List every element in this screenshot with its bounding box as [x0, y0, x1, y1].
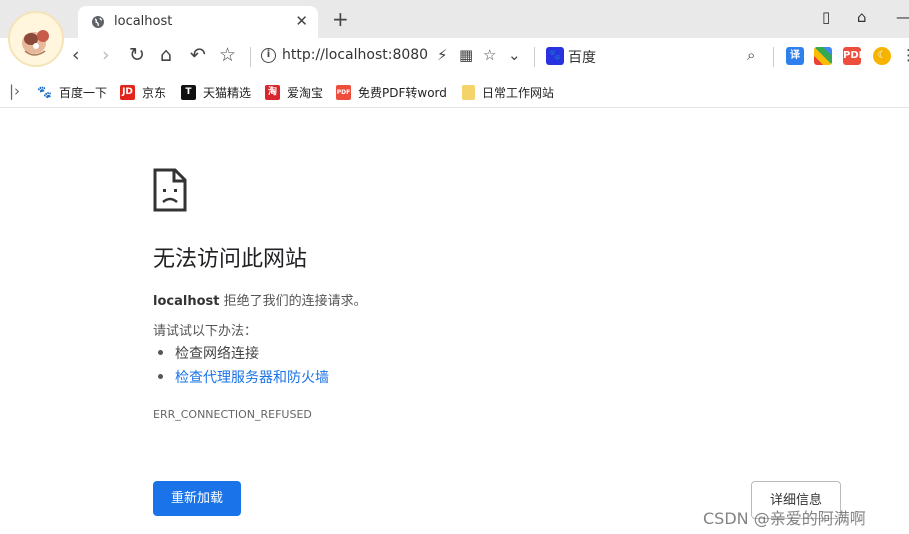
folder-icon [462, 84, 475, 100]
pdf-icon[interactable]: PDF [843, 47, 865, 65]
home-icon[interactable]: ⌂ [160, 44, 172, 66]
divider [534, 47, 535, 67]
bookmark-label: 京东 [142, 85, 167, 100]
baidu-paw-icon: 🐾 [546, 47, 564, 65]
bookmark-label: 天猫精选 [203, 85, 252, 100]
error-description: localhost 拒绝了我们的连接请求。 [153, 290, 367, 309]
bookmark-pdf[interactable]: PDF 免费PDF转word [336, 84, 447, 100]
divider [773, 47, 774, 67]
sidebar-toggle-icon[interactable]: |› [9, 82, 20, 100]
host-name: localhost [153, 294, 220, 309]
qrcode-icon[interactable]: ▦ [459, 46, 473, 64]
page-title: 无法访问此网站 [153, 247, 308, 272]
taobao-icon: 淘 [265, 84, 280, 100]
refresh-icon[interactable]: ↻ [129, 44, 145, 66]
bookmark-tmall[interactable]: T 天猫精选 [181, 84, 251, 100]
jd-icon: JD [120, 84, 135, 100]
back-icon[interactable]: ‹ [72, 44, 80, 66]
shirt-icon[interactable]: ⌂ [857, 8, 867, 26]
moon-icon[interactable]: ☾ [873, 47, 891, 65]
chevron-down-icon[interactable]: ⌄ [508, 46, 521, 64]
bookmark-folder-work[interactable]: 日常工作网站 [462, 84, 554, 100]
tab-title: localhost [114, 14, 173, 29]
minimize-icon[interactable]: — [896, 8, 909, 26]
globe-icon [92, 16, 104, 28]
bookmark-label: 日常工作网站 [482, 85, 555, 100]
avatar-illustration [22, 30, 49, 56]
reload-button[interactable]: 重新加载 [153, 481, 241, 516]
plus-icon[interactable]: + [332, 7, 349, 31]
bookmark-label: 百度一下 [59, 85, 108, 100]
address-bar[interactable]: http://localhost:8080 [282, 47, 428, 63]
error-code: ERR_CONNECTION_REFUSED [153, 408, 312, 421]
suggestion-check-network: 检查网络连接 [158, 343, 259, 363]
translate-icon[interactable]: 译 [786, 47, 804, 65]
sad-file-icon [153, 168, 187, 212]
star-icon[interactable]: ☆ [219, 44, 236, 66]
avatar[interactable] [8, 11, 64, 67]
suggestion-check-proxy-link[interactable]: 检查代理服务器和防火墙 [158, 367, 329, 387]
try-label: 请试试以下办法： [153, 324, 258, 339]
close-icon[interactable]: ✕ [295, 12, 308, 30]
tmall-icon: T [181, 84, 196, 100]
undo-icon[interactable]: ↶ [190, 44, 206, 66]
baidu-paw-icon: 🐾 [37, 84, 52, 100]
bookmark-label: 免费PDF转word [358, 85, 447, 100]
search-engine-label[interactable]: 百度 [568, 47, 596, 67]
info-icon[interactable]: i [261, 48, 276, 63]
bookmark-jd[interactable]: JD 京东 [120, 84, 166, 100]
tab-localhost[interactable]: localhost ✕ [78, 6, 318, 38]
tablet-icon[interactable]: ▯ [822, 8, 830, 26]
error-message: 拒绝了我们的连接请求。 [223, 294, 367, 309]
divider [250, 47, 251, 67]
tab-strip: localhost ✕ + ▯ ⌂ — [0, 0, 909, 38]
bookmark-baidu[interactable]: 🐾 百度一下 [37, 84, 107, 100]
forward-icon[interactable]: › [102, 44, 110, 66]
pdf-icon: PDF [336, 84, 351, 100]
bookmark-taobao[interactable]: 淘 爱淘宝 [265, 84, 323, 100]
toolbar: ‹ › ↻ ⌂ ↶ ☆ i http://localhost:8080 ⚡ ▦ … [0, 38, 909, 74]
apps-icon[interactable] [814, 47, 832, 65]
favorite-icon[interactable]: ☆ [483, 46, 496, 64]
bookmarks-bar: |› 🐾 百度一下 JD 京东 T 天猫精选 淘 爱淘宝 PDF 免费PDF转w… [0, 74, 909, 108]
lightning-icon[interactable]: ⚡ [437, 46, 448, 64]
search-icon[interactable]: ⌕ [747, 46, 755, 64]
bookmark-label: 爱淘宝 [287, 85, 324, 100]
watermark: CSDN @亲爱的阿满啊 [703, 509, 866, 528]
more-icon[interactable]: ⋮ [901, 46, 909, 64]
